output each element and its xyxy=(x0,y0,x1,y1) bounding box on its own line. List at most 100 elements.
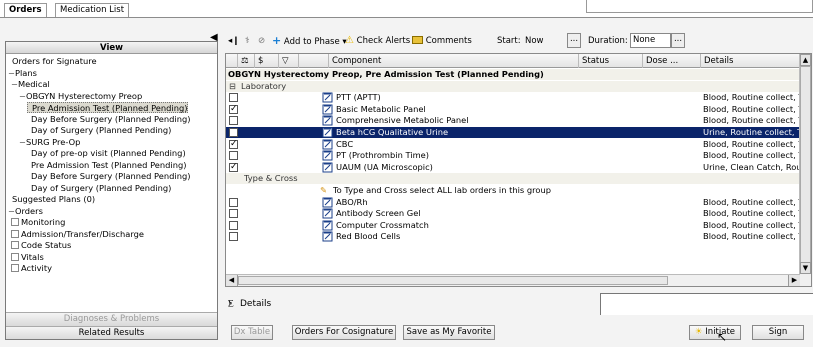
tab-medication-list[interactable]: Medication List xyxy=(55,3,130,17)
details-section[interactable]: ⨊ Details xyxy=(225,294,600,316)
section-collapse-icon[interactable]: ⊟ xyxy=(229,81,239,92)
tree-item[interactable]: Day of Surgery (Planned Pending) xyxy=(27,125,171,136)
sign-button[interactable]: Sign xyxy=(752,325,804,340)
initiate-button[interactable]: ☀ Initiate xyxy=(689,325,741,340)
related-results-button[interactable]: Related Results xyxy=(6,326,217,339)
order-row[interactable]: ✓ UAUM (UA Microscopic) Urine, Clean Catch… xyxy=(226,162,800,173)
duration-label: Duration: xyxy=(588,36,628,46)
col-component[interactable]: Component xyxy=(329,54,579,68)
tree-item[interactable]: −SURG Pre-Op xyxy=(19,137,80,148)
scroll-up-icon[interactable]: ▲ xyxy=(800,54,811,66)
section-row[interactable]: ⊟ Laboratory xyxy=(226,80,800,92)
collapse-icon[interactable]: − xyxy=(11,79,18,90)
comments-button[interactable]: Comments xyxy=(412,34,472,48)
tree-item[interactable]: −Plans xyxy=(8,68,37,79)
tab-orders[interactable]: Orders xyxy=(4,3,47,17)
cancel-icon[interactable]: ⊘ xyxy=(258,34,265,48)
dx-table-button[interactable]: Dx Table xyxy=(231,325,273,340)
nav-arrows-icon[interactable]: ◂❙ xyxy=(228,34,239,48)
tree-item[interactable]: Admission/Transfer/Discharge xyxy=(11,229,144,240)
scroll-right-icon[interactable]: ▶ xyxy=(788,275,800,286)
collapse-icon[interactable]: − xyxy=(19,91,26,102)
order-row[interactable]: PT (Prothrombin Time) Blood, Routine coll… xyxy=(226,150,800,161)
order-row[interactable]: ✓ Basic Metabolic Panel Blood, Routine col… xyxy=(226,104,800,115)
collapse-icon[interactable]: − xyxy=(8,68,15,79)
diagnoses-problems-button[interactable]: Diagnoses & Problems xyxy=(6,312,217,326)
tree-item[interactable]: Day Before Surgery (Planned Pending) xyxy=(27,114,190,125)
section-row[interactable]: Type & Cross xyxy=(226,173,800,185)
tree-item-label: Monitoring xyxy=(21,217,66,227)
add-to-phase-button[interactable]: + Add to Phase ▾ xyxy=(272,34,347,48)
scroll-thumb[interactable] xyxy=(800,66,811,266)
order-row[interactable]: Antibody Screen Gel Blood, Routine collec… xyxy=(226,208,800,219)
tree-item[interactable]: Vitals xyxy=(11,252,44,263)
tree-item[interactable]: Pre Admission Test (Planned Pending) xyxy=(27,160,186,171)
details-toggle-icon[interactable]: ⨊ xyxy=(228,299,234,309)
tree-item[interactable]: Activity xyxy=(11,263,52,274)
order-row[interactable]: Beta hCG Qualitative Urine Urine, Routine… xyxy=(226,127,800,138)
orders-for-cosignature-button[interactable]: Orders For Cosignature xyxy=(292,325,396,340)
order-checkbox[interactable] xyxy=(229,93,238,103)
tree-item-label: Orders for Signature xyxy=(12,56,97,66)
col-details[interactable]: Details xyxy=(701,54,800,68)
save-as-favorite-button[interactable]: Save as My Favorite xyxy=(403,325,495,340)
order-row[interactable]: PTT (APTT) Blood, Routine collect, T; xyxy=(226,92,800,103)
order-checkbox[interactable] xyxy=(229,151,238,161)
duration-picker-button[interactable]: ... xyxy=(671,33,685,48)
scroll-down-icon[interactable]: ▼ xyxy=(800,262,811,274)
horizontal-scrollbar[interactable]: ◀ ▶ xyxy=(226,274,800,286)
order-checkbox[interactable] xyxy=(229,220,238,230)
order-checkbox[interactable] xyxy=(229,232,238,242)
check-alerts-button[interactable]: ⚠ Check Alerts xyxy=(345,34,410,48)
duration-input[interactable]: None xyxy=(630,33,671,48)
tree-item[interactable]: Day Before Surgery (Planned Pending) xyxy=(27,171,190,182)
order-checkbox[interactable]: ✓ xyxy=(229,139,238,149)
order-checkbox[interactable] xyxy=(229,128,238,137)
order-checkbox[interactable]: ✓ xyxy=(229,162,238,172)
order-row[interactable]: ✓ CBC Blood, Routine collect, T; xyxy=(226,139,800,150)
collapse-icon[interactable]: − xyxy=(8,206,15,217)
tree-item-label: Activity xyxy=(21,263,53,273)
order-row[interactable]: Red Blood Cells Blood, Routine collect, T… xyxy=(226,231,800,242)
tree-item[interactable]: Day of Surgery (Planned Pending) xyxy=(27,183,171,194)
col-dose[interactable]: Dose ... xyxy=(643,54,701,68)
order-checkbox[interactable] xyxy=(229,209,238,219)
tree-checkbox[interactable] xyxy=(11,218,19,226)
tree-item-label: Code Status xyxy=(21,240,72,250)
tree-item-label: Vitals xyxy=(21,251,44,262)
order-checkbox[interactable] xyxy=(229,116,238,126)
tree-item[interactable]: −Medical xyxy=(11,79,50,90)
phase-row[interactable]: OBGYN Hysterectomy Preop, Pre Admission … xyxy=(226,69,800,80)
order-row[interactable]: Computer Crossmatch Blood, Routine collec… xyxy=(226,220,800,231)
scroll-left-icon[interactable]: ◀ xyxy=(226,275,238,286)
tree-checkbox[interactable] xyxy=(11,229,19,238)
tree-item[interactable]: Monitoring xyxy=(11,217,65,228)
section-title: Type & Cross xyxy=(244,173,298,184)
vertical-scrollbar[interactable]: ▲ ▼ xyxy=(799,54,811,286)
tree-item[interactable]: Pre Admission Test (Planned Pending) xyxy=(27,102,189,113)
tree-item[interactable]: −OBGYN Hysterectomy Preop xyxy=(19,91,142,102)
collapse-icon[interactable]: − xyxy=(19,137,26,148)
note-row[interactable]: ✎ To Type and Cross select ALL lab orders… xyxy=(226,185,800,196)
col-status[interactable]: Status xyxy=(579,54,643,68)
tree-item[interactable]: Code Status xyxy=(11,240,71,251)
tree-item-label: OBGYN Hysterectomy Preop xyxy=(26,90,143,101)
tree-item[interactable]: −Orders xyxy=(8,206,43,217)
tree-item[interactable]: Day of pre-op visit (Planned Pending) xyxy=(27,148,186,159)
order-icon xyxy=(322,104,333,115)
filter-icon[interactable]: ⚕ xyxy=(245,34,250,48)
h-scroll-thumb[interactable] xyxy=(238,276,668,285)
tree-item[interactable]: Suggested Plans (0) xyxy=(8,194,95,205)
tree-item-label: Day of pre-op visit (Planned Pending) xyxy=(31,148,186,158)
tree-checkbox[interactable] xyxy=(11,252,19,261)
tree-checkbox[interactable] xyxy=(11,264,19,272)
order-row[interactable]: ABO/Rh Blood, Routine collect, T; xyxy=(226,197,800,208)
tree-item[interactable]: Orders for Signature xyxy=(8,56,97,67)
tree-checkbox[interactable] xyxy=(11,241,19,249)
col-cost[interactable]: $ xyxy=(255,54,279,68)
start-picker-button[interactable]: ... xyxy=(567,33,581,48)
order-row[interactable]: Comprehensive Metabolic Panel Blood, Rout… xyxy=(226,115,800,126)
order-checkbox[interactable] xyxy=(229,197,238,207)
order-component: PT (Prothrombin Time) xyxy=(336,150,430,161)
order-checkbox[interactable]: ✓ xyxy=(229,104,238,114)
